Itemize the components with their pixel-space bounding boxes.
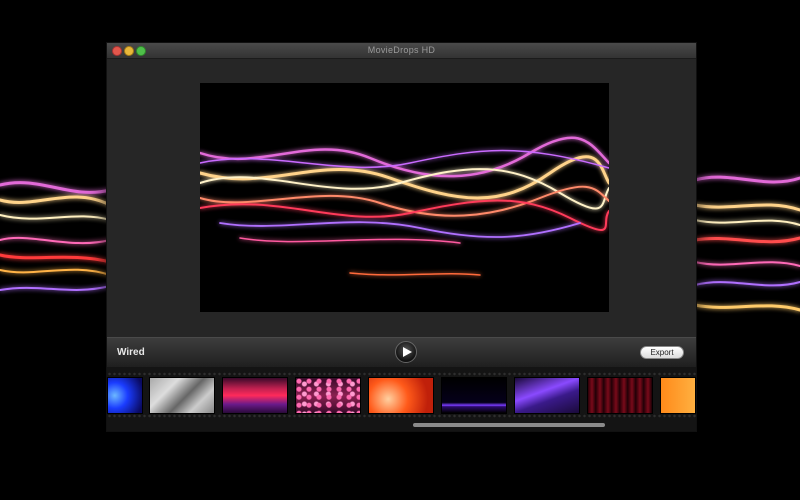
control-bar: Wired Export — [107, 337, 696, 368]
filmstrip-scrollbar-thumb[interactable] — [413, 423, 605, 427]
preset-filmstrip — [107, 367, 696, 431]
app-window: MovieDrops HD Wired Export — [106, 42, 697, 432]
play-button[interactable] — [395, 341, 417, 363]
preset-thumbnail-purple-streaks[interactable] — [514, 377, 580, 414]
movie-preview[interactable] — [200, 83, 609, 312]
preset-thumbnail-orange-glow[interactable] — [660, 377, 696, 414]
export-button[interactable]: Export — [640, 346, 684, 359]
preset-thumbnail-red-purple-blocks[interactable] — [222, 377, 288, 414]
preset-thumbnail-orange-petals[interactable] — [368, 377, 434, 414]
filmstrip-scrollbar[interactable] — [107, 421, 696, 429]
preset-name-label: Wired — [117, 347, 145, 358]
window-title: MovieDrops HD — [367, 45, 436, 55]
preset-thumbnail-grey-crystal[interactable] — [149, 377, 215, 414]
title-bar: MovieDrops HD — [107, 43, 696, 59]
preview-light-waves — [200, 136, 609, 276]
preset-thumbnail-blue-burst[interactable] — [107, 377, 143, 414]
preset-thumbnail-red-curtain[interactable] — [587, 377, 653, 414]
preset-thumbnail-pink-particles[interactable] — [295, 377, 361, 414]
preset-thumbnail-purple-line[interactable] — [441, 377, 507, 414]
preview-area — [107, 59, 696, 337]
filmstrip-perforations-top — [107, 372, 696, 376]
filmstrip-perforations-bottom — [107, 414, 696, 418]
play-icon — [403, 347, 412, 357]
